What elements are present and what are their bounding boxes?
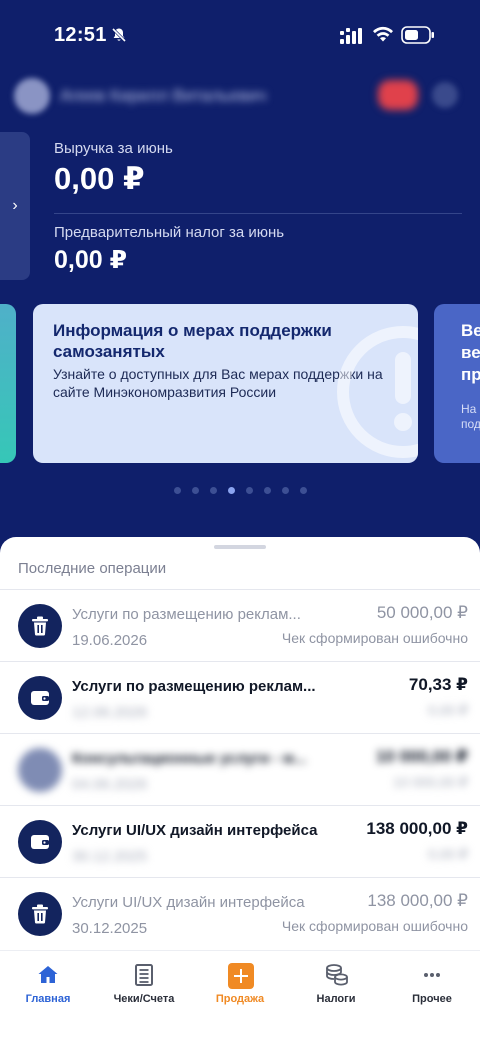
carousel-card-next[interactable]: Ве ве пр На под [434, 304, 480, 463]
operation-amount: 50 000,00 ₽ [376, 603, 468, 622]
tab-more[interactable]: Прочее [384, 951, 480, 1043]
coins-icon [324, 963, 348, 987]
bell-muted-icon [111, 27, 127, 43]
tab-label: Чеки/Счета [113, 993, 175, 1005]
tax-summary: Предварительный налог за июнь 0,00 ₽ [54, 224, 284, 275]
tab-label: Прочее [412, 993, 452, 1005]
chevron-right-icon: › [12, 197, 18, 214]
home-icon [36, 963, 60, 987]
status-bar: 12:51 [0, 0, 480, 70]
profile-header: Агеев Кирилл Витальевич [0, 76, 480, 116]
tax-label: Предварительный налог за июнь [54, 224, 285, 241]
carousel-card-previous[interactable] [0, 304, 16, 463]
avatar[interactable] [14, 78, 50, 114]
pagination-dot[interactable] [227, 487, 235, 494]
tab-label: Продажа [215, 993, 265, 1005]
operation-title: Услуги по размещению реклам... [72, 678, 316, 695]
signal-icon [340, 28, 362, 44]
revenue-summary: Выручка за июнь 0,00 ₽ [54, 140, 173, 197]
pagination-dot[interactable] [191, 487, 199, 494]
card-title: Информация о мерах поддержки самозанятых [53, 321, 332, 361]
tab-plus[interactable]: Продажа [192, 951, 288, 1043]
operation-status: Чек сформирован ошибочно [281, 918, 468, 934]
operation-row[interactable]: Консультационные услуги - м... 04.06.2026… [0, 733, 480, 805]
tab-coins[interactable]: Налоги [288, 951, 384, 1043]
more-icon [420, 963, 444, 987]
operation-date: 04.06.2026 [72, 776, 148, 793]
operation-amount: 10 000,00 ₽ [375, 747, 468, 766]
wallet-icon [18, 676, 62, 720]
operation-amount: 70,33 ₽ [408, 675, 468, 694]
operation-date: 12.06.2026 [72, 704, 148, 721]
operation-amount: 138 000,00 ₽ [367, 891, 468, 910]
operation-status: 0,00 ₽ [427, 702, 468, 718]
operation-status: 10 000,00 ₽ [392, 774, 468, 790]
operations-list: Услуги по размещению реклам... 19.06.2026… [0, 589, 480, 949]
operation-status: Чек сформирован ошибочно [281, 630, 468, 646]
receipt-icon [132, 963, 156, 987]
battery-icon [401, 26, 434, 44]
previous-panel-button[interactable]: › [0, 132, 30, 280]
wifi-icon [373, 26, 393, 42]
divider [54, 213, 462, 214]
wallet-icon [18, 820, 62, 864]
pagination-dot[interactable] [209, 487, 217, 494]
pagination-dot[interactable] [173, 487, 181, 494]
avatar-icon [18, 748, 62, 792]
carousel-pagination [0, 487, 480, 494]
operation-title: Услуги UI/UX дизайн интерфейса [72, 894, 305, 911]
tax-value: 0,00 ₽ [54, 246, 127, 274]
next-card-text: На под [461, 402, 480, 431]
pagination-dot[interactable] [245, 487, 253, 494]
plus-icon [228, 963, 254, 989]
tab-receipt[interactable]: Чеки/Счета [96, 951, 192, 1043]
operation-row[interactable]: Услуги по размещению реклам... 19.06.2026… [0, 589, 480, 661]
tab-label: Главная [25, 993, 71, 1005]
sheet-title: Последние операции [18, 560, 167, 577]
revenue-value: 0,00 ₽ [54, 161, 145, 196]
operation-row[interactable]: Услуги UI/UX дизайн интерфейса 30.12.2025… [0, 805, 480, 877]
trash-icon [18, 604, 62, 648]
pagination-dot[interactable] [299, 487, 307, 494]
tab-label: Налоги [316, 993, 356, 1005]
pagination-dot[interactable] [263, 487, 271, 494]
trash-icon [18, 892, 62, 936]
operation-title: Консультационные услуги - м... [72, 750, 307, 767]
status-time: 12:51 [54, 24, 107, 46]
operation-row[interactable]: Услуги по размещению реклам... 12.06.2026… [0, 661, 480, 733]
exclamation-icon [337, 326, 418, 458]
next-card-title: Ве ве пр [461, 321, 480, 384]
operation-title: Услуги UI/UX дизайн интерфейса [72, 822, 318, 839]
operation-date: 30.12.2025 [72, 848, 148, 865]
revenue-label: Выручка за июнь [54, 140, 173, 157]
pagination-dot[interactable] [281, 487, 289, 494]
operation-date: 19.06.2026 [72, 632, 148, 649]
notification-button[interactable] [378, 80, 418, 110]
profile-name[interactable]: Агеев Кирилл Витальевич [60, 86, 266, 106]
carousel-card-support-info[interactable]: Информация о мерах поддержки самозанятых… [33, 304, 418, 463]
operation-title: Услуги по размещению реклам... [72, 606, 301, 623]
sheet-handle[interactable] [214, 545, 266, 549]
bottom-tab-bar: Главная Чеки/Счета Продажа Налоги Прочее [0, 950, 480, 1043]
operation-row[interactable]: Услуги UI/UX дизайн интерфейса 30.12.2025… [0, 877, 480, 949]
operation-status: 0,00 ₽ [427, 846, 468, 862]
tab-home[interactable]: Главная [0, 951, 96, 1043]
operation-amount: 138 000,00 ₽ [366, 819, 468, 838]
help-icon[interactable] [432, 82, 458, 108]
operation-date: 30.12.2025 [72, 920, 148, 937]
